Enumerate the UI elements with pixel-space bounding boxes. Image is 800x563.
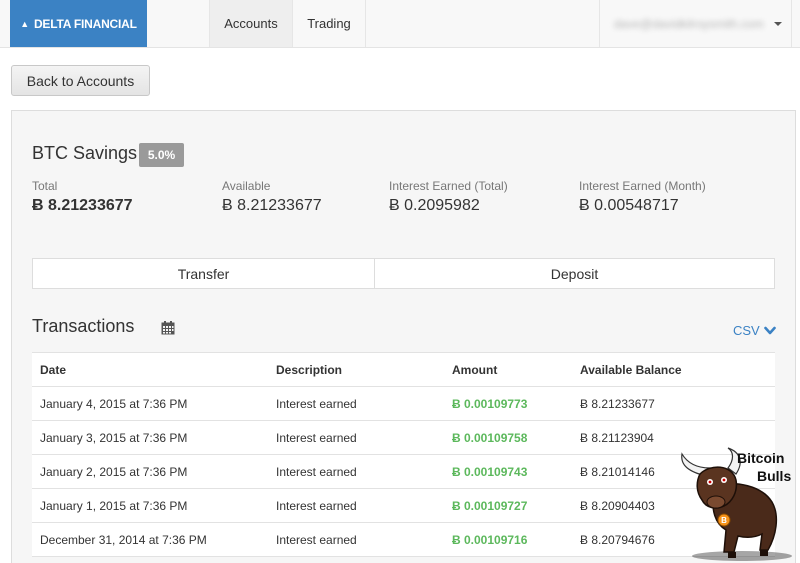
row-date: January 3, 2015 at 7:36 PM bbox=[40, 430, 188, 445]
user-menu[interactable]: dave@davidkilroysmith.com bbox=[599, 0, 792, 47]
stat-interest-month-label: Interest Earned (Month) bbox=[579, 179, 706, 193]
table-row: January 1, 2015 at 7:36 PM Interest earn… bbox=[32, 489, 775, 523]
column-header-balance[interactable]: Available Balance bbox=[580, 353, 682, 386]
column-header-description[interactable]: Description bbox=[276, 353, 342, 386]
row-date: December 31, 2014 at 7:36 PM bbox=[40, 532, 207, 547]
chevron-down-icon bbox=[763, 326, 776, 334]
table-row: December 31, 2014 at 7:36 PM Interest ea… bbox=[32, 523, 775, 557]
logo-text-bitcoin: Bitcoin bbox=[737, 450, 785, 466]
stat-available-value: Ƀ 8.21233677 bbox=[222, 197, 322, 214]
row-description: Interest earned bbox=[276, 430, 357, 445]
table-header-row: Date Description Amount Available Balanc… bbox=[32, 353, 775, 387]
tab-trading[interactable]: Trading bbox=[292, 0, 366, 47]
row-amount: Ƀ 0.00109773 bbox=[452, 396, 528, 411]
row-date: January 1, 2015 at 7:36 PM bbox=[40, 498, 188, 513]
account-title: BTC Savings bbox=[32, 143, 138, 163]
back-to-accounts-button[interactable]: Back to Accounts bbox=[11, 65, 150, 96]
table-row: January 3, 2015 at 7:36 PM Interest earn… bbox=[32, 421, 775, 455]
row-amount: Ƀ 0.00109727 bbox=[452, 498, 528, 513]
deposit-button[interactable]: Deposit bbox=[374, 258, 775, 289]
table-row: January 4, 2015 at 7:36 PM Interest earn… bbox=[32, 387, 775, 421]
triangle-icon: ▲ bbox=[20, 18, 29, 29]
csv-label: CSV bbox=[733, 323, 760, 338]
stat-interest-month-value: Ƀ 0.00548717 bbox=[579, 197, 679, 214]
brand-name: DELTA FINANCIAL bbox=[33, 16, 137, 31]
row-description: Interest earned bbox=[276, 464, 357, 479]
transactions-title: Transactions bbox=[32, 316, 135, 336]
user-email: dave@davidkilroysmith.com bbox=[614, 16, 764, 31]
row-balance: Ƀ 8.20794676 bbox=[580, 532, 655, 547]
stat-interest-total-value: Ƀ 0.2095982 bbox=[389, 197, 480, 214]
stat-total-label: Total bbox=[32, 179, 58, 193]
row-balance: Ƀ 8.21123904 bbox=[580, 430, 654, 445]
brand-logo[interactable]: ▲ DELTA FINANCIAL bbox=[10, 0, 147, 47]
logo-text-bulls: Bulls bbox=[757, 468, 792, 484]
row-date: January 4, 2015 at 7:36 PM bbox=[40, 396, 188, 411]
table-row: January 2, 2015 at 7:36 PM Interest earn… bbox=[32, 455, 775, 489]
calendar-icon[interactable] bbox=[161, 321, 175, 335]
row-amount: Ƀ 0.00109758 bbox=[452, 430, 528, 445]
stat-interest-total-label: Interest Earned (Total) bbox=[389, 179, 508, 193]
transactions-table: Date Description Amount Available Balanc… bbox=[32, 352, 775, 557]
transfer-button[interactable]: Transfer bbox=[32, 258, 375, 289]
csv-dropdown[interactable]: CSV bbox=[733, 323, 776, 338]
caret-down-icon bbox=[773, 21, 782, 26]
column-header-amount[interactable]: Amount bbox=[452, 353, 497, 386]
top-navbar: ▲ DELTA FINANCIAL Accounts Trading dave@… bbox=[0, 0, 800, 48]
column-header-date[interactable]: Date bbox=[40, 353, 66, 386]
stat-total-value: Ƀ 8.21233677 bbox=[32, 197, 133, 214]
interest-rate-badge: 5.0% bbox=[139, 143, 184, 167]
row-description: Interest earned bbox=[276, 532, 357, 547]
tab-accounts[interactable]: Accounts bbox=[209, 0, 292, 47]
row-balance: Ƀ 8.20904403 bbox=[580, 498, 655, 513]
svg-text:B: B bbox=[721, 516, 727, 525]
row-description: Interest earned bbox=[276, 396, 357, 411]
row-amount: Ƀ 0.00109743 bbox=[452, 464, 528, 479]
row-balance: Ƀ 8.21014146 bbox=[580, 464, 655, 479]
stat-available-label: Available bbox=[222, 179, 271, 193]
row-date: January 2, 2015 at 7:36 PM bbox=[40, 464, 188, 479]
row-description: Interest earned bbox=[276, 498, 357, 513]
row-amount: Ƀ 0.00109716 bbox=[452, 532, 528, 547]
row-balance: Ƀ 8.21233677 bbox=[580, 396, 655, 411]
